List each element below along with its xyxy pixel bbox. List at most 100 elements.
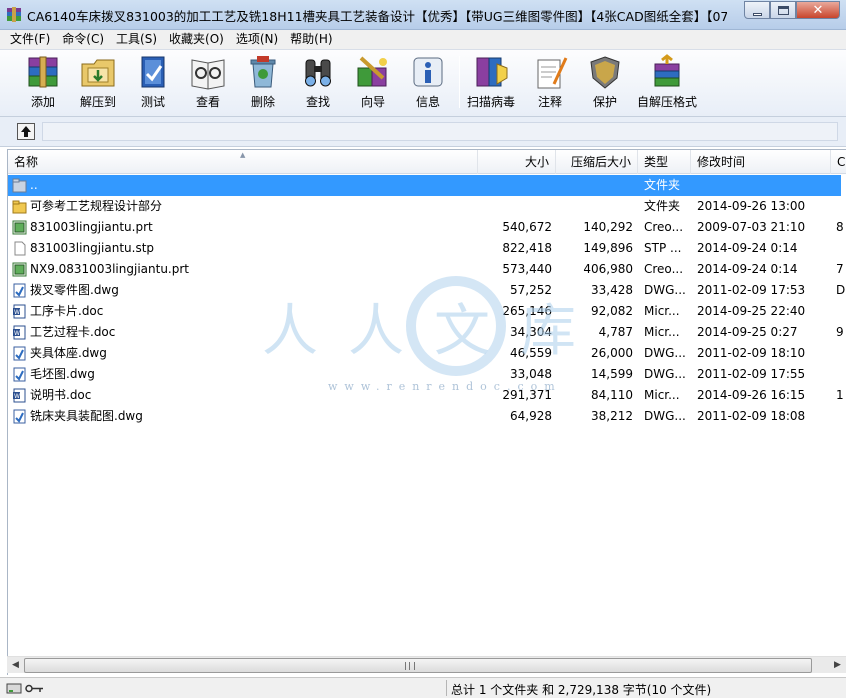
file-packed-size: 4,787 (598, 325, 633, 339)
column-packed[interactable]: 压缩后大小 (556, 150, 638, 174)
file-modified: 2011-02-09 17:55 (697, 367, 806, 381)
file-type: 文件夹 (644, 199, 681, 213)
folder-icon (12, 200, 27, 214)
horizontal-scrollbar[interactable]: ◀ ▶ (7, 656, 846, 673)
test-icon (141, 56, 165, 88)
file-row[interactable]: W 工艺过程卡.doc 34,304 4,787 Micr... 2014-09-25 0… (8, 322, 844, 343)
file-crc: D (836, 283, 846, 297)
test-label: 测试 (140, 95, 165, 109)
file-type: DWG... (644, 409, 686, 423)
column-crc[interactable]: C (831, 150, 846, 174)
view-button[interactable]: 查看 (181, 54, 235, 112)
scroll-right-button[interactable]: ▶ (829, 657, 846, 674)
file-crc (836, 238, 846, 259)
file-type: Creo... (644, 220, 684, 234)
file-list: 名称 ▲ 大小 压缩后大小 类型 修改时间 C .. 文件夹 可参考工艺规程设计部分… (7, 149, 846, 675)
file-row[interactable]: 拨叉零件图.dwg 57,252 33,428 DWG... 2011-02-09 17… (8, 280, 845, 301)
menu-help[interactable]: 帮助(H) (284, 30, 338, 49)
column-type[interactable]: 类型 (638, 150, 691, 174)
menu-bar: 文件(F) 命令(C) 工具(S) 收藏夹(O) 选项(N) 帮助(H) (0, 30, 846, 49)
menu-options[interactable]: 选项(N) (230, 30, 284, 49)
file-row[interactable]: W 说明书.doc 291,371 84,110 Micr... 2014-09-26 1… (8, 385, 844, 406)
file-row[interactable]: 铣床夹具装配图.dwg 64,928 38,212 DWG... 2011-02-09 … (8, 406, 841, 427)
file-modified: 2014-09-26 16:15 (697, 388, 806, 402)
file-row[interactable]: NX9.0831003lingjiantu.prt 573,440 406,980 C… (8, 259, 844, 280)
file-type: Creo... (644, 262, 684, 276)
extract-to-button[interactable]: 解压到 (71, 54, 125, 112)
file-name: 可参考工艺规程设计部分 (30, 199, 163, 213)
file-name: 拨叉零件图.dwg (30, 283, 119, 297)
find-label: 查找 (305, 95, 330, 109)
creo-file-icon (12, 220, 27, 235)
wizard-label: 向导 (360, 95, 385, 109)
drive-icon (6, 683, 22, 694)
file-packed-size: 38,212 (591, 409, 633, 423)
file-type: Micr... (644, 325, 680, 339)
window-controls: ✕ (744, 1, 840, 21)
address-field[interactable] (42, 122, 838, 141)
scroll-thumb[interactable] (24, 658, 812, 673)
file-modified: 2014-09-26 13:00 (697, 199, 806, 213)
file-crc (836, 343, 846, 364)
file-row[interactable]: 831003lingjiantu.stp 822,418 149,896 STP ..… (8, 238, 841, 259)
scroll-grip-icon (405, 662, 415, 670)
file-row[interactable]: 毛坯图.dwg 33,048 14,599 DWG... 2011-02-09 17:5… (8, 364, 841, 385)
dwg-file-icon (13, 409, 26, 424)
file-type: DWG... (644, 367, 686, 381)
file-row[interactable]: 可参考工艺规程设计部分 文件夹 2014-09-26 13:00 (8, 196, 841, 217)
file-crc: 1 (836, 388, 844, 402)
wizard-icon (357, 56, 387, 87)
close-button[interactable]: ✕ (796, 1, 840, 19)
sfx-button[interactable]: 自解压格式 (634, 54, 700, 112)
word-file-icon: W (13, 388, 26, 403)
find-button[interactable]: 查找 (291, 54, 345, 112)
status-bar: 总计 1 个文件夹 和 2,729,138 字节(10 个文件) (0, 677, 846, 698)
file-row[interactable]: 831003lingjiantu.prt 540,672 140,292 Creo..… (8, 217, 844, 238)
file-modified: 2014-09-25 22:40 (697, 304, 806, 318)
file-row[interactable]: 夹具体座.dwg 46,559 26,000 DWG... 2011-02-09 18:… (8, 343, 841, 364)
file-modified: 2009-07-03 21:10 (697, 220, 806, 234)
file-type: DWG... (644, 346, 686, 360)
comment-button[interactable]: 注释 (523, 54, 577, 112)
menu-favorites[interactable]: 收藏夹(O) (163, 30, 230, 49)
test-button[interactable]: 测试 (126, 54, 180, 112)
find-icon (305, 59, 331, 87)
file-name: 831003lingjiantu.stp (30, 241, 155, 255)
file-modified: 2014-09-24 0:14 (697, 241, 798, 255)
comment-label: 注释 (537, 95, 562, 109)
file-crc (836, 406, 846, 427)
delete-icon (250, 56, 276, 88)
delete-button[interactable]: 删除 (236, 54, 290, 112)
menu-commands[interactable]: 命令(C) (56, 30, 110, 49)
file-crc: 8 (836, 220, 844, 234)
status-divider (446, 680, 447, 696)
minimize-button[interactable] (744, 1, 770, 19)
file-name: 夹具体座.dwg (30, 346, 107, 360)
add-button[interactable]: 添加 (16, 54, 70, 112)
wizard-button[interactable]: 向导 (346, 54, 400, 112)
maximize-button[interactable] (770, 1, 796, 19)
file-name: 铣床夹具装配图.dwg (30, 409, 143, 423)
blank-file-icon (14, 241, 26, 256)
title-bar[interactable]: CA6140车床拨叉831003的加工工艺及铣18H11槽夹具工艺装备设计【优秀… (0, 0, 846, 30)
file-row[interactable]: .. 文件夹 (8, 175, 841, 196)
file-type: DWG... (644, 283, 686, 297)
protect-label: 保护 (592, 95, 617, 109)
view-icon (191, 59, 225, 90)
column-size[interactable]: 大小 (478, 150, 556, 174)
info-button[interactable]: 信息 (401, 54, 455, 112)
status-icons (6, 683, 43, 694)
virus-scan-button[interactable]: 扫描病毒 (464, 54, 518, 112)
protect-button[interactable]: 保护 (578, 54, 632, 112)
address-bar (0, 117, 846, 147)
file-row[interactable]: W 工序卡片.doc 265,146 92,082 Micr... 2014-09-25 … (8, 301, 841, 322)
column-modified[interactable]: 修改时间 (691, 150, 831, 174)
up-folder-button[interactable] (17, 123, 35, 140)
menu-tools[interactable]: 工具(S) (110, 30, 163, 49)
comment-icon (537, 57, 568, 89)
toolbar: 添加 解压到 测试 查看 删除 查找 向导 信息 扫描病毒 注释 保护 自解压格… (0, 49, 846, 117)
menu-file[interactable]: 文件(F) (4, 30, 56, 49)
protect-icon (590, 56, 620, 89)
scroll-left-button[interactable]: ◀ (7, 657, 24, 674)
file-crc (836, 196, 846, 217)
